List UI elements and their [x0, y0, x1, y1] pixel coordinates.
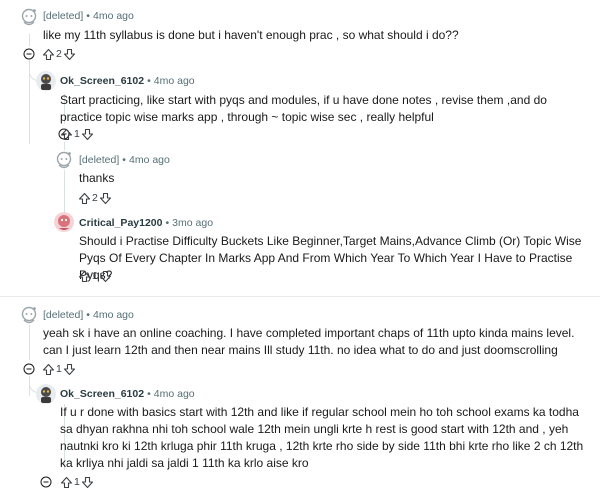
collapse-thread-icon[interactable]: [23, 48, 35, 60]
meta-separator: •: [86, 309, 90, 321]
thread-line: [29, 34, 30, 46]
deleted-avatar[interactable]: [19, 305, 39, 325]
comment-meta: [deleted] • 4mo ago: [79, 153, 170, 167]
comment-body: yeah sk i have an online coaching. I hav…: [43, 326, 575, 357]
vote-count: 1: [74, 128, 80, 140]
deleted-avatar[interactable]: [54, 150, 74, 170]
meta-separator: •: [147, 75, 151, 87]
comment-meta: Ok_Screen_6102 • 4mo ago: [60, 387, 195, 401]
comment-author: [deleted]: [79, 154, 120, 166]
vote-bar: 1: [60, 474, 94, 490]
deleted-avatar[interactable]: [19, 7, 39, 27]
vote-bar: 1: [42, 361, 76, 377]
comment-body: like my 11th syllabus is done but i have…: [43, 28, 459, 42]
pink-avatar[interactable]: [54, 212, 74, 232]
comment-author[interactable]: Ok_Screen_6102: [60, 75, 144, 87]
comment-body: If u r done with basics start with 12th …: [60, 405, 584, 470]
comment-author: [deleted]: [43, 10, 84, 22]
comment-body: Should i Practise Difficulty Buckets Lik…: [79, 234, 582, 282]
comment-meta: Ok_Screen_6102 • 4mo ago: [60, 74, 195, 88]
comment-time[interactable]: 4mo ago: [93, 309, 134, 321]
meta-separator: •: [86, 10, 90, 22]
downvote-icon[interactable]: [99, 270, 112, 283]
vote-bar: 1: [60, 126, 94, 142]
comment-time[interactable]: 3mo ago: [172, 217, 213, 229]
comment-time[interactable]: 4mo ago: [129, 154, 170, 166]
comment-time[interactable]: 4mo ago: [93, 10, 134, 22]
downvote-icon[interactable]: [81, 476, 94, 489]
downvote-icon[interactable]: [99, 192, 112, 205]
downvote-icon[interactable]: [81, 128, 94, 141]
snoo-avatar[interactable]: [36, 384, 56, 404]
upvote-icon[interactable]: [42, 363, 55, 376]
comment-author: [deleted]: [43, 309, 84, 321]
snoo-avatar[interactable]: [36, 71, 56, 91]
comment-meta: [deleted] • 4mo ago: [43, 9, 134, 23]
thread-separator: [0, 296, 600, 297]
comment-meta: Critical_Pay1200 • 3mo ago: [79, 216, 213, 230]
downvote-icon[interactable]: [63, 363, 76, 376]
vote-count: 1: [56, 363, 62, 375]
comment-meta: [deleted] • 4mo ago: [43, 308, 134, 322]
vote-bar: 2: [42, 46, 76, 62]
collapse-thread-icon[interactable]: [23, 363, 35, 375]
upvote-icon[interactable]: [78, 270, 91, 283]
meta-separator: •: [122, 154, 126, 166]
comment-body: Start practicing, like start with pyqs a…: [60, 93, 547, 124]
meta-separator: •: [147, 388, 151, 400]
vote-bar: 1: [78, 268, 112, 284]
vote-count: 1: [74, 476, 80, 488]
vote-count: 2: [92, 192, 98, 204]
upvote-icon[interactable]: [42, 48, 55, 61]
comment-author[interactable]: Critical_Pay1200: [79, 217, 162, 229]
comment-body: thanks: [79, 171, 115, 185]
thread-line: [29, 324, 30, 360]
upvote-icon[interactable]: [60, 476, 73, 489]
vote-bar: 2: [78, 190, 112, 206]
upvote-icon[interactable]: [60, 128, 73, 141]
comment-author[interactable]: Ok_Screen_6102: [60, 388, 144, 400]
vote-count: 1: [92, 270, 98, 282]
collapse-thread-icon[interactable]: [40, 476, 52, 488]
comment-time[interactable]: 4mo ago: [154, 75, 195, 87]
downvote-icon[interactable]: [63, 48, 76, 61]
comment-time[interactable]: 4mo ago: [154, 388, 195, 400]
upvote-icon[interactable]: [78, 192, 91, 205]
meta-separator: •: [165, 217, 170, 229]
vote-count: 2: [56, 48, 62, 60]
